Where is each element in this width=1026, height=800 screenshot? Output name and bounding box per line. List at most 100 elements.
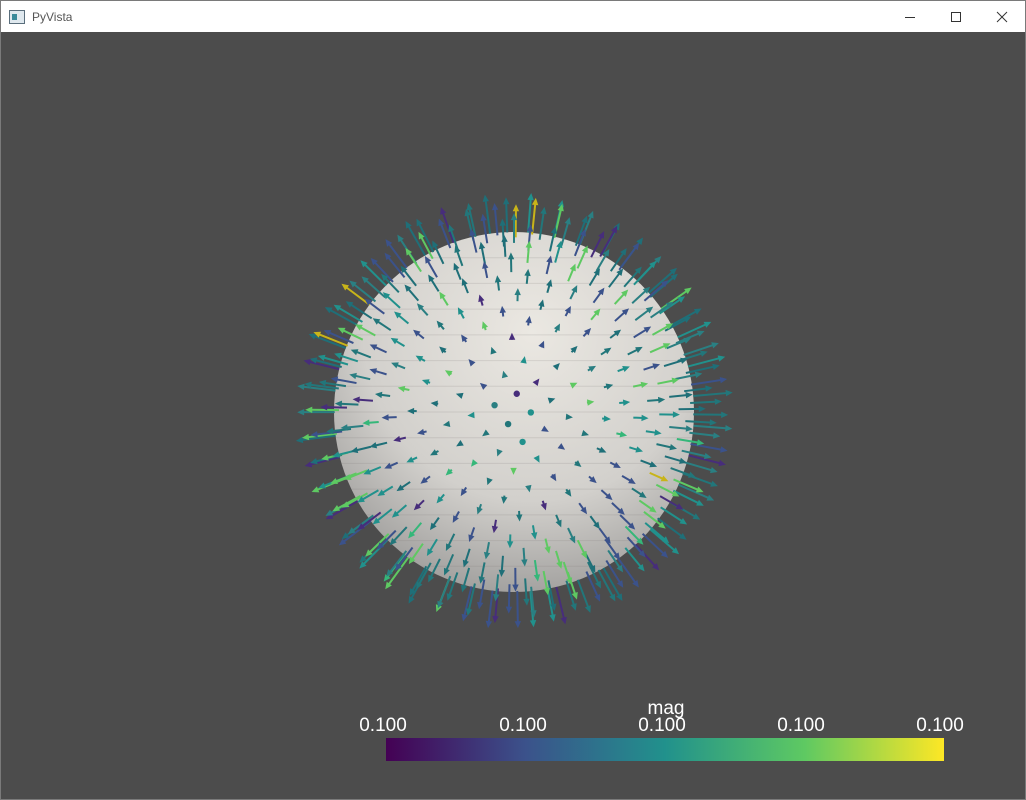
arrow-head: [718, 459, 726, 467]
arrow-head: [688, 471, 696, 478]
arrow-glyph: [555, 586, 567, 625]
3d-scene[interactable]: [1, 32, 1025, 692]
scalar-bar-tick-label: 0.100: [916, 715, 964, 736]
arrow-head: [560, 616, 567, 625]
arrow-shaft: [516, 590, 519, 624]
scalar-bar-tick-label: 0.100: [777, 715, 825, 736]
arrow-shaft: [357, 398, 374, 402]
arrow-head: [584, 605, 591, 613]
arrow-head: [308, 333, 317, 340]
arrow-glyph: [693, 411, 729, 418]
arrow-glyph: [690, 443, 728, 453]
arrow-head: [317, 354, 326, 361]
arrow-glyph: [438, 218, 452, 249]
arrow-head: [540, 206, 547, 215]
arrow-glyph: [693, 424, 733, 432]
pyvista-window: PyVista mag 0.100 0.100 0.100 0.100 0.10…: [0, 0, 1026, 800]
arrow-head: [712, 363, 720, 370]
arrow-glyph: [513, 390, 520, 397]
arrow-head: [696, 439, 705, 446]
arrow-head: [699, 350, 708, 357]
arrow-glyph: [503, 197, 510, 233]
render-viewport[interactable]: mag 0.100 0.100 0.100 0.100 0.100: [1, 32, 1025, 799]
arrow-glyph: [531, 197, 539, 235]
arrow-glyph: [634, 543, 660, 571]
close-button[interactable]: [979, 1, 1025, 32]
arrow-head: [295, 436, 304, 444]
arrow-head: [330, 376, 339, 383]
arrow-glyph: [576, 579, 591, 613]
title-bar[interactable]: PyVista: [1, 1, 1025, 32]
maximize-icon: [951, 11, 961, 22]
arrow-glyph: [641, 532, 669, 558]
arrow-head: [492, 615, 499, 624]
arrow-head: [503, 197, 510, 205]
arrow-head: [504, 420, 512, 428]
arrow-shaft: [339, 402, 359, 406]
arrow-head: [480, 213, 487, 222]
arrow-head: [499, 218, 506, 226]
arrow-head: [297, 383, 305, 391]
arrow-shaft: [555, 586, 566, 620]
arrow-glyph: [648, 267, 678, 294]
arrow-shaft: [503, 239, 507, 257]
arrow-head: [466, 608, 473, 616]
arrow-head: [564, 217, 571, 225]
arrow-shaft: [576, 579, 590, 609]
arrow-shaft: [325, 406, 348, 409]
arrow-head: [491, 401, 498, 409]
arrow-head: [703, 452, 712, 460]
arrow-head: [698, 405, 706, 413]
arrow-shaft: [411, 565, 428, 592]
arrow-glyph: [409, 565, 428, 596]
arrow-glyph: [325, 500, 359, 520]
arrow-shaft: [648, 270, 674, 294]
arrow-glyph: [527, 409, 535, 416]
arrow-shaft: [633, 263, 654, 286]
minimize-icon: [905, 16, 915, 18]
arrow-glyph: [605, 559, 624, 588]
scalar-bar-tick-label: 0.100: [359, 715, 407, 736]
arrow-shaft: [690, 400, 717, 404]
minimize-button[interactable]: [887, 1, 933, 32]
arrow-shaft: [500, 555, 504, 573]
arrow-shaft: [683, 461, 714, 472]
arrow-head: [460, 584, 468, 593]
arrow-head: [720, 446, 728, 453]
arrow-shaft: [487, 590, 494, 624]
arrow-shaft: [689, 431, 716, 437]
arrow-shaft: [693, 424, 728, 430]
arrow-glyph: [514, 590, 522, 629]
arrow-shaft: [693, 391, 728, 398]
arrow-shaft: [685, 365, 716, 374]
arrow-head: [334, 352, 342, 359]
arrow-head: [482, 194, 489, 202]
arrow-shaft: [690, 378, 723, 386]
arrow-head: [725, 389, 733, 397]
window-controls: [887, 1, 1025, 32]
scalar-bar-tick-label: 0.100: [499, 715, 547, 736]
arrow-head: [448, 224, 455, 233]
arrow-glyph: [690, 398, 722, 405]
arrow-shaft: [690, 443, 723, 451]
arrow-glyph: [491, 202, 499, 236]
arrow-head: [514, 621, 522, 629]
arrow-shaft: [441, 211, 455, 244]
arrow-head: [512, 204, 520, 212]
maximize-button[interactable]: [933, 1, 979, 32]
arrow-head: [519, 438, 526, 446]
arrow-shaft: [618, 246, 638, 271]
arrow-head: [446, 593, 453, 601]
arrow-glyph: [585, 571, 601, 602]
arrow-glyph: [491, 401, 498, 409]
arrow-shaft: [660, 289, 689, 310]
arrow-glyph: [485, 590, 494, 629]
arrow-glyph: [308, 333, 347, 350]
arrow-shaft: [660, 506, 684, 523]
scalar-bar-tick-label: 0.100: [638, 715, 686, 736]
arrow-glyph: [689, 431, 721, 439]
arrow-head: [712, 432, 721, 439]
arrow-glyph: [437, 575, 452, 609]
arrow-head: [529, 619, 537, 628]
arrow-head: [717, 355, 726, 362]
